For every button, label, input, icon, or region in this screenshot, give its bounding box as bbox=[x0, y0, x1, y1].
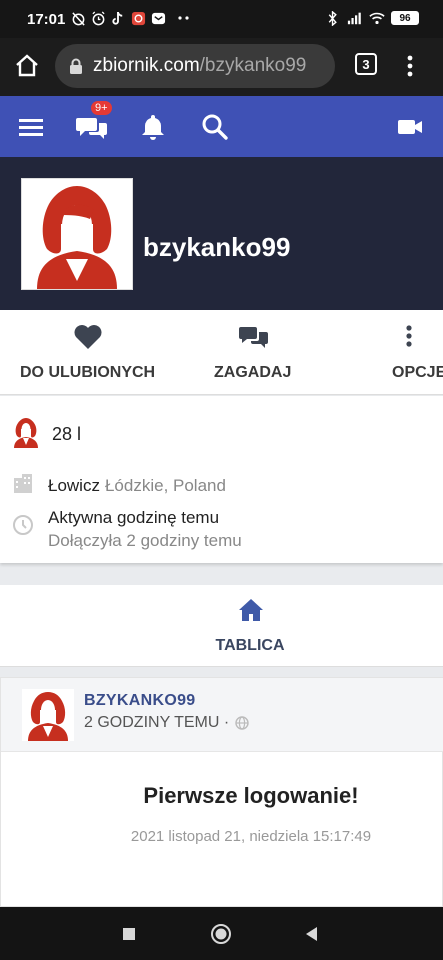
browser-toolbar: zbiornik.com/bzykanko99 3 bbox=[0, 38, 443, 96]
age-value: 28 l bbox=[52, 424, 82, 444]
location-city: Łowicz bbox=[48, 475, 100, 495]
activity-row: Aktywna godzinę temu Dołączyła 2 godziny… bbox=[12, 508, 242, 551]
signal-icon bbox=[347, 10, 363, 26]
app-icon bbox=[130, 10, 146, 26]
status-bar: 17:01 96 bbox=[0, 0, 443, 38]
bluetooth-icon bbox=[325, 10, 341, 26]
back-icon[interactable] bbox=[304, 926, 318, 947]
post-author-name[interactable]: BZYKANKO99 bbox=[84, 692, 195, 710]
post-header: BZYKANKO99 2 GODZINY TEMU · bbox=[1, 678, 443, 752]
more-dots-icon bbox=[176, 10, 192, 26]
home-icon[interactable] bbox=[13, 52, 41, 80]
status-time: 17:01 bbox=[27, 11, 66, 28]
last-active-text: Aktywna godzinę temu bbox=[48, 508, 220, 527]
location-region: Łódzkie, Poland bbox=[104, 475, 226, 495]
profile-info-card: 28 l Łowicz Łódzkie, Poland Aktywna godz… bbox=[0, 396, 443, 563]
age-row: 28 l bbox=[10, 416, 81, 453]
options-button[interactable]: OPCJE bbox=[392, 322, 443, 382]
alarm-icon bbox=[90, 10, 106, 26]
url-bar[interactable]: zbiornik.com/bzykanko99 bbox=[55, 44, 335, 88]
female-avatar-icon bbox=[10, 416, 42, 453]
post-time: 2 GODZINY TEMU · bbox=[84, 714, 230, 731]
android-navigation-bar bbox=[0, 907, 443, 960]
options-label: OPCJE bbox=[392, 364, 443, 381]
messages-icon[interactable] bbox=[75, 112, 109, 142]
url-host: zbiornik.com bbox=[93, 55, 200, 76]
post-title: Pierwsze logowanie! bbox=[143, 783, 359, 808]
profile-avatar[interactable] bbox=[21, 178, 133, 290]
wall-post: BZYKANKO99 2 GODZINY TEMU · Pierwsze log… bbox=[0, 677, 443, 907]
alarm-off-icon bbox=[70, 10, 86, 26]
joined-text: Dołączyła 2 godziny temu bbox=[48, 531, 242, 550]
chat-button[interactable]: ZAGADAJ bbox=[214, 322, 291, 382]
profile-username: bzykanko99 bbox=[143, 232, 291, 262]
favorite-label: DO ULUBIONYCH bbox=[20, 364, 156, 381]
post-author-avatar[interactable] bbox=[22, 689, 74, 741]
location-row: Łowicz Łódzkie, Poland bbox=[12, 472, 226, 499]
globe-icon bbox=[235, 716, 249, 730]
tab-tablica[interactable]: TABLICA bbox=[0, 585, 443, 667]
lock-icon bbox=[69, 58, 83, 74]
chat-label: ZAGADAJ bbox=[214, 364, 292, 381]
hamburger-menu-icon[interactable] bbox=[17, 112, 47, 142]
profile-actions: DO ULUBIONYCH ZAGADAJ OPCJE bbox=[0, 310, 443, 395]
building-icon bbox=[12, 472, 34, 499]
search-icon[interactable] bbox=[200, 112, 230, 142]
home-tab-icon bbox=[238, 598, 264, 622]
recent-apps-icon[interactable] bbox=[122, 927, 136, 946]
browser-menu-icon[interactable] bbox=[400, 52, 420, 80]
site-navbar: 9+ bbox=[0, 96, 443, 157]
tab-switcher-button[interactable]: 3 bbox=[355, 53, 377, 75]
post-time-row: 2 GODZINY TEMU · bbox=[84, 714, 249, 732]
home-circle-icon[interactable] bbox=[210, 923, 232, 950]
favorite-button[interactable]: DO ULUBIONYCH bbox=[20, 322, 155, 382]
mail-icon bbox=[150, 10, 166, 26]
status-icons-left bbox=[70, 10, 192, 26]
wifi-icon bbox=[369, 10, 385, 26]
clock-icon bbox=[12, 514, 34, 551]
status-icons-right: 96 bbox=[325, 10, 419, 26]
url-path: /bzykanko99 bbox=[199, 55, 307, 76]
post-date: 2021 listopad 21, niedziela 15:17:49 bbox=[130, 828, 372, 845]
tab-tablica-label: TABLICA bbox=[215, 637, 285, 654]
heart-icon bbox=[73, 322, 103, 352]
bell-icon[interactable] bbox=[139, 112, 169, 142]
tiktok-icon bbox=[110, 10, 126, 26]
vertical-dots-icon bbox=[404, 322, 434, 352]
video-camera-icon[interactable] bbox=[396, 112, 424, 142]
profile-header: bzykanko99 bbox=[0, 157, 443, 310]
messages-badge: 9+ bbox=[90, 100, 113, 116]
battery-icon: 96 bbox=[391, 11, 419, 25]
chat-bubbles-icon bbox=[238, 322, 268, 352]
